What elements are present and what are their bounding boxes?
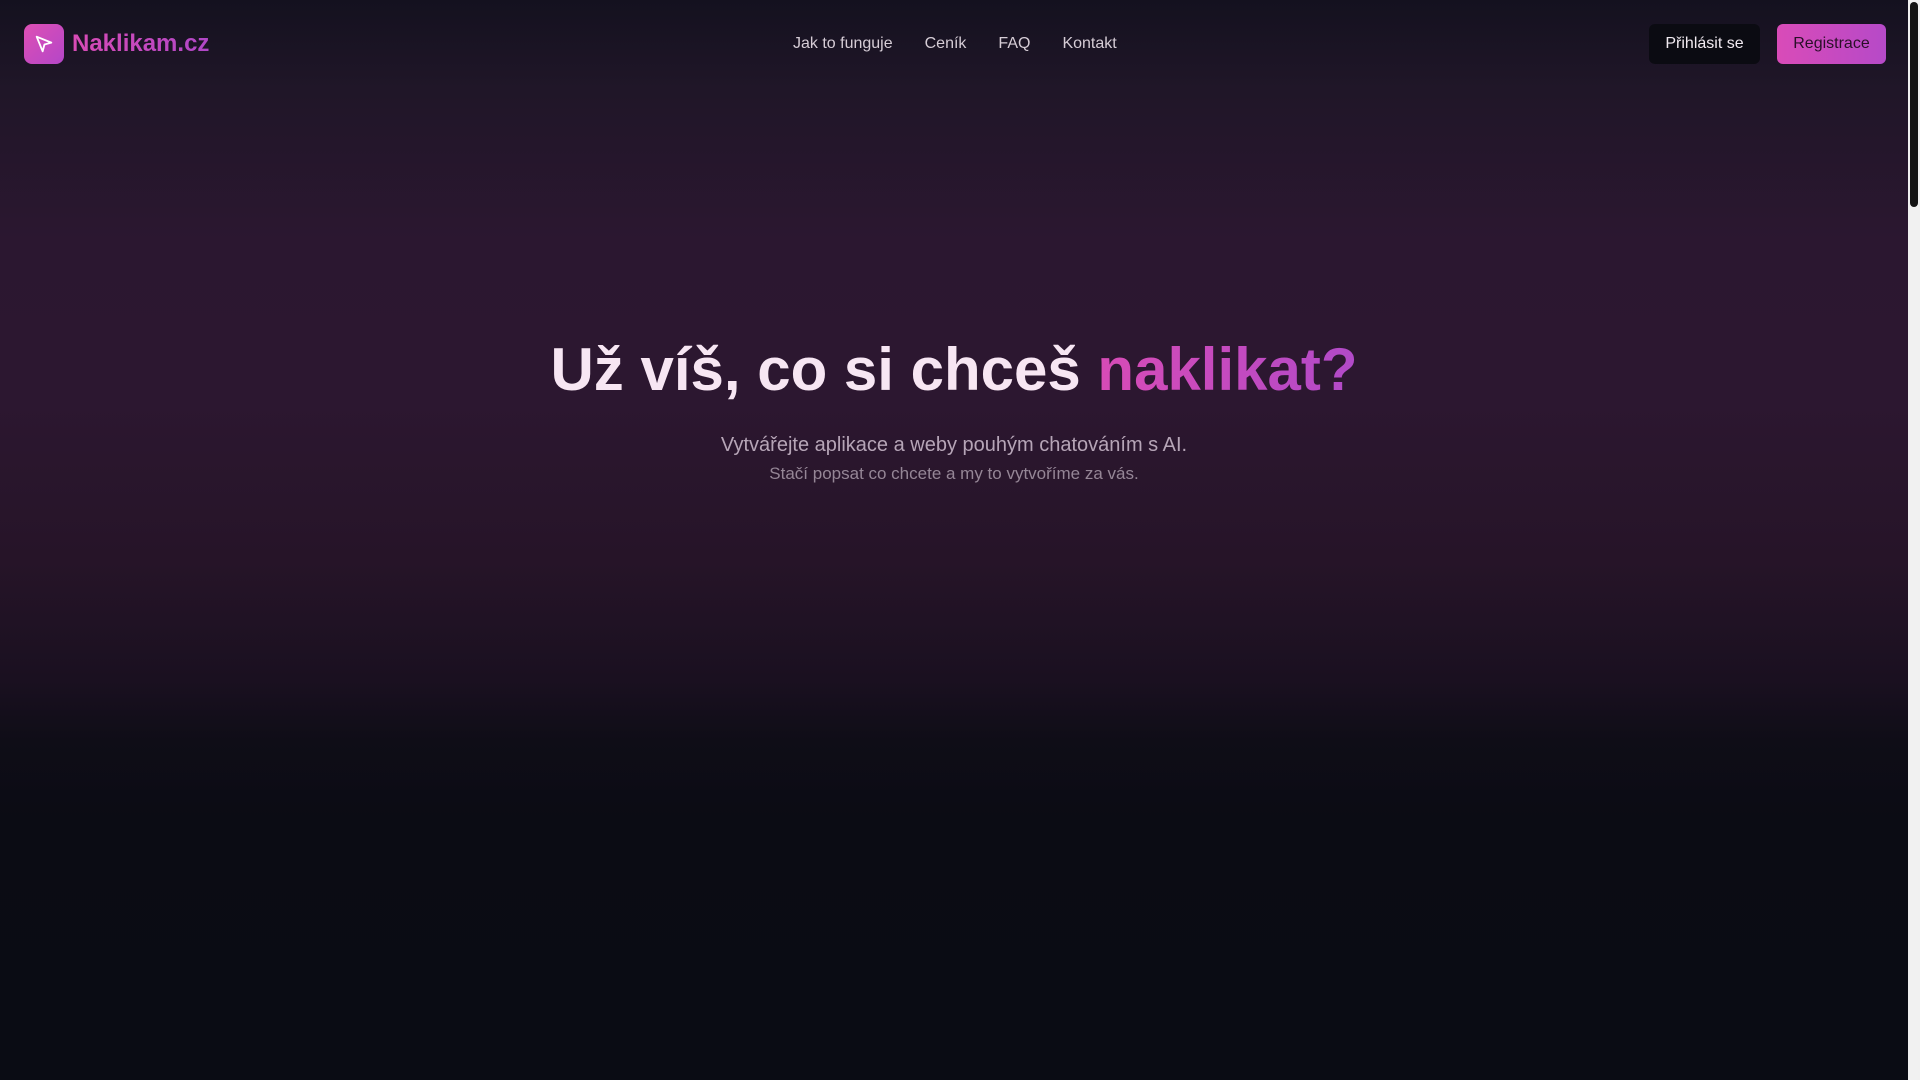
brand-name: Naklikam.cz bbox=[72, 24, 209, 64]
hero-section: Už víš, co si chceš naklikat? Vytvářejte… bbox=[0, 320, 1908, 488]
hero-title-main: Už víš, co si chceš bbox=[550, 336, 1098, 403]
hero-subtitle: Vytvářejte aplikace a weby pouhým chatov… bbox=[720, 434, 1188, 456]
login-button[interactable]: Přihlásit se bbox=[1649, 24, 1760, 64]
hero-subtitle-secondary: Stačí popsat co chcete a my to vytvoříme… bbox=[769, 464, 1139, 483]
brand-link[interactable]: Naklikam.cz bbox=[24, 24, 209, 64]
hero-title: Už víš, co si chceš naklikat? bbox=[0, 320, 1908, 420]
site-header: Naklikam.cz Jak to funguje Ceník FAQ Kon… bbox=[0, 0, 1908, 88]
nav-item-faq[interactable]: FAQ bbox=[998, 30, 1030, 58]
main-nav: Jak to funguje Ceník FAQ Kontakt bbox=[793, 30, 1117, 58]
nav-item-contact[interactable]: Kontakt bbox=[1062, 30, 1116, 58]
auth-buttons: Přihlásit se Registrace bbox=[1649, 24, 1886, 64]
page-scrollbar[interactable] bbox=[1908, 0, 1920, 1080]
hero-title-accent: naklikat? bbox=[1097, 336, 1358, 403]
cursor-arrow-icon bbox=[24, 24, 64, 64]
register-button[interactable]: Registrace bbox=[1777, 24, 1886, 64]
scrollbar-thumb[interactable] bbox=[1910, 2, 1918, 207]
nav-item-how-it-works[interactable]: Jak to funguje bbox=[793, 30, 893, 58]
nav-item-pricing[interactable]: Ceník bbox=[925, 30, 967, 58]
page: Naklikam.cz Jak to funguje Ceník FAQ Kon… bbox=[0, 0, 1908, 1080]
